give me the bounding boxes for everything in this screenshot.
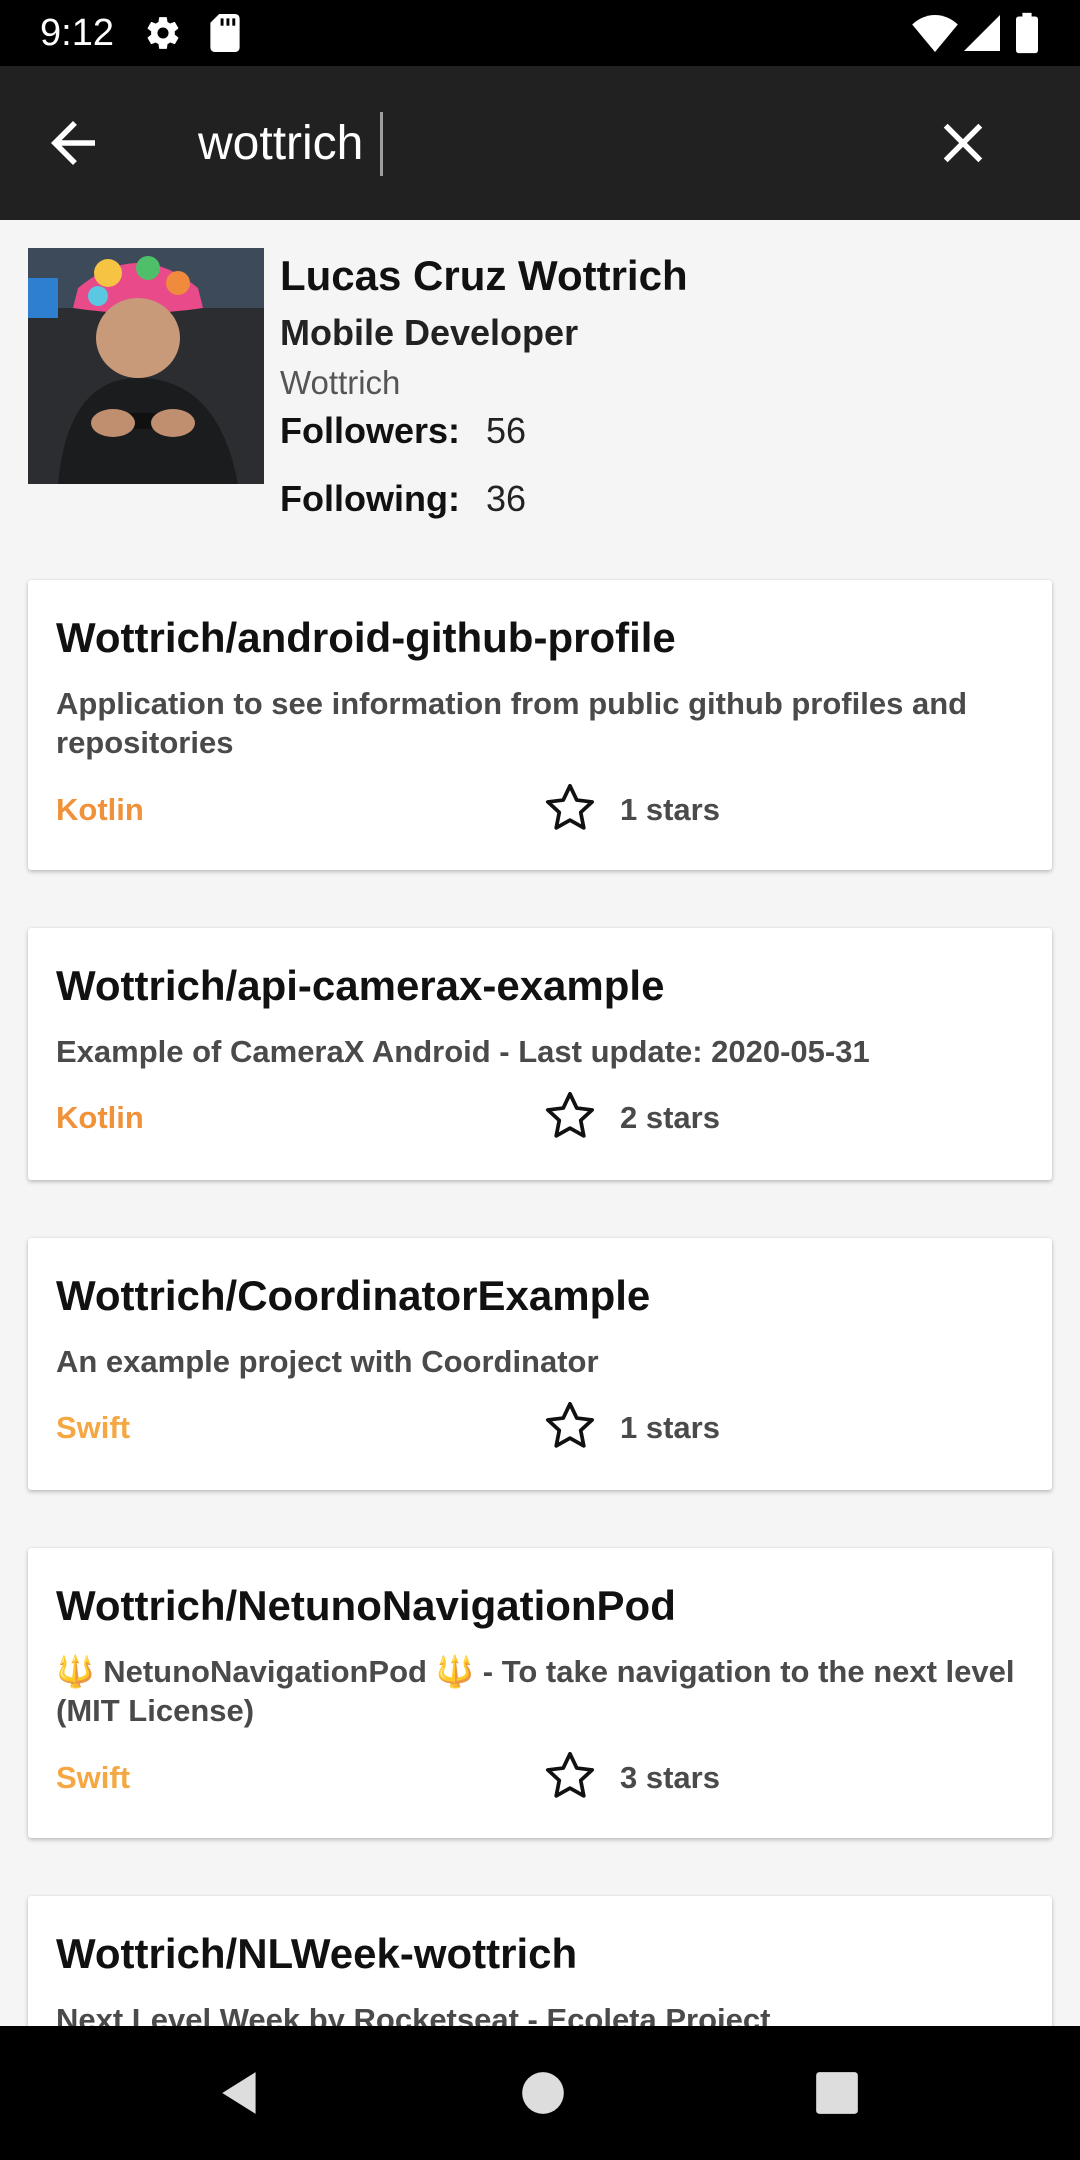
avatar xyxy=(28,248,264,484)
repo-description: 🔱 NetunoNavigationPod 🔱 - To take naviga… xyxy=(56,1654,1015,1728)
profile-name: Lucas Cruz Wottrich xyxy=(280,252,688,299)
battery-icon xyxy=(1016,12,1038,54)
system-nav-bar xyxy=(0,2026,1080,2160)
text-cursor xyxy=(380,112,383,176)
repo-card[interactable]: Wottrich/CoordinatorExample An example p… xyxy=(28,1238,1052,1490)
nav-recents-icon[interactable] xyxy=(812,2068,862,2118)
repo-card[interactable]: Wottrich/api-camerax-example Example of … xyxy=(28,928,1052,1180)
repo-card[interactable]: Wottrich/android-github-profile Applicat… xyxy=(28,580,1052,870)
profile-title: Mobile Developer xyxy=(280,312,579,353)
repo-language: Kotlin xyxy=(56,1100,144,1135)
nav-home-icon[interactable] xyxy=(518,2068,568,2118)
followers-label: Followers: xyxy=(280,410,461,451)
repo-stars: 3 stars xyxy=(620,1760,720,1795)
repo-language: Swift xyxy=(56,1760,131,1795)
gear-icon xyxy=(147,17,179,49)
star-icon xyxy=(545,1401,595,1448)
search-app-bar xyxy=(0,66,1080,220)
search-input[interactable] xyxy=(198,110,918,176)
status-bar: 9:12 xyxy=(0,0,1080,66)
profile-login: Wottrich xyxy=(280,364,401,401)
repo-stars: 1 stars xyxy=(620,1410,720,1445)
repo-name: Wottrich/android-github-profile xyxy=(56,614,676,661)
arrow-back-icon[interactable] xyxy=(40,110,106,176)
followers-count: 56 xyxy=(486,410,527,451)
nav-back-icon[interactable] xyxy=(216,2068,266,2118)
star-icon xyxy=(545,1091,595,1138)
repo-description: Example of CameraX Android - Last update… xyxy=(56,1034,870,1069)
repo-name: Wottrich/NLWeek-wottrich xyxy=(56,1930,578,1977)
repo-stars: 1 stars xyxy=(620,792,720,827)
repo-card[interactable]: Wottrich/NetunoNavigationPod 🔱 NetunoNav… xyxy=(28,1548,1052,1838)
star-icon xyxy=(545,1751,595,1798)
status-time: 9:12 xyxy=(40,12,114,54)
repo-stars: 2 stars xyxy=(620,1100,720,1135)
wifi-icon xyxy=(912,14,958,52)
following-label: Following: xyxy=(280,478,460,519)
repo-description: An example project with Coordinator xyxy=(56,1344,599,1379)
repo-description: Next Level Week by Rocketseat - Ecoleta … xyxy=(56,2002,771,2026)
results-list[interactable]: Lucas Cruz Wottrich Mobile Developer Wot… xyxy=(0,220,1080,2026)
repo-name: Wottrich/NetunoNavigationPod xyxy=(56,1582,676,1629)
following-count: 36 xyxy=(486,478,527,519)
repo-card[interactable]: Wottrich/NLWeek-wottrich Next Level Week… xyxy=(28,1896,1052,2026)
avatar-photo xyxy=(28,248,264,484)
repo-description: Application to see information from publ… xyxy=(56,686,968,760)
repo-name: Wottrich/CoordinatorExample xyxy=(56,1272,651,1319)
repo-language: Swift xyxy=(56,1410,131,1445)
repo-name: Wottrich/api-camerax-example xyxy=(56,962,665,1009)
sd-card-icon xyxy=(210,14,240,52)
signal-icon xyxy=(964,15,1000,51)
repo-language: Kotlin xyxy=(56,792,144,827)
close-icon[interactable] xyxy=(930,110,996,176)
star-icon xyxy=(545,783,595,830)
